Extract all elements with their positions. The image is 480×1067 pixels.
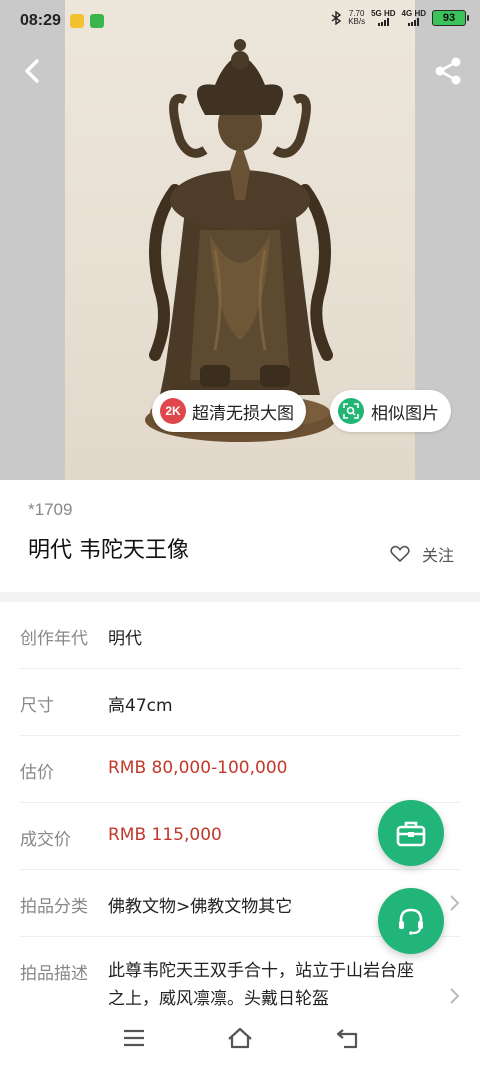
share-icon [435, 57, 461, 85]
heart-outline-icon [390, 545, 410, 563]
sold-price: RMB 115,000 [108, 825, 222, 845]
sim1-signal: 5G HD [371, 9, 396, 26]
hd-badge: 2K [160, 398, 186, 424]
status-time: 08:29 [20, 12, 61, 29]
home-icon[interactable] [226, 1026, 254, 1050]
detail-label: 尺寸 [20, 696, 54, 716]
detail-label: 创作年代 [20, 629, 88, 649]
back-arrow-icon [25, 59, 39, 83]
detail-row-size: 尺寸 高47cm [20, 669, 460, 736]
status-indicators: 7.70 KB/s 5G HD 4G HD 93 [330, 9, 469, 26]
bluetooth-icon [331, 11, 342, 25]
hero-image-area[interactable]: 08:29 7.70 KB/s 5G HD 4G HD 93 2K 超清无损大图… [0, 0, 480, 480]
detail-label: 拍品分类 [20, 897, 88, 917]
detail-value: 明代 [108, 629, 142, 649]
headset-icon [399, 908, 423, 935]
battery-level: 93 [442, 12, 456, 24]
category-value: 佛教文物>佛教文物其它 [108, 897, 293, 917]
description-value: 此尊韦陀天王双手合十，站立于山岩台座之上，威风凛凛。头戴日轮盔 [108, 961, 414, 1009]
follow-label: 关注 [421, 546, 454, 565]
signal-bars-icon [377, 18, 389, 26]
signal-bars-icon [408, 18, 420, 26]
battery-icon: 93 [432, 10, 469, 26]
sim2-signal: 4G HD [402, 10, 426, 26]
detail-value: 高47cm [108, 696, 173, 716]
detail-label: 估价 [20, 763, 54, 783]
detail-label: 拍品描述 [20, 964, 88, 984]
briefcase-icon [396, 821, 426, 847]
system-nav-bar [0, 1010, 480, 1067]
share-button[interactable] [432, 55, 464, 87]
hd-image-label: 超清无损大图 [192, 403, 294, 424]
customer-service-fab-button[interactable] [378, 888, 444, 954]
network-speed: 7.70 KB/s [348, 10, 365, 26]
similar-images-button[interactable]: 相似图片 [330, 390, 451, 432]
image-search-icon [338, 398, 364, 424]
sim1-label: 5G HD [371, 9, 396, 18]
estimate-price: RMB 80,000-100,000 [108, 758, 288, 778]
detail-row-estimate: 估价 RMB 80,000-100,000 [20, 736, 460, 803]
hd-image-button[interactable]: 2K 超清无损大图 [152, 390, 306, 432]
status-bar: 08:29 7.70 KB/s 5G HD 4G HD 93 [0, 0, 480, 44]
section-divider [0, 592, 480, 602]
briefcase-fab-button[interactable] [378, 800, 444, 866]
follow-button[interactable]: 关注 [390, 542, 454, 566]
similar-images-label: 相似图片 [371, 403, 439, 424]
sim2-label: 4G HD [401, 9, 426, 18]
wechat-icon [90, 14, 104, 28]
menu-icon[interactable] [120, 1026, 148, 1050]
lot-number: *1709 [28, 500, 73, 519]
lot-title: 明代 韦陀天王像 [28, 538, 189, 563]
detail-row-era: 创作年代 明代 [20, 602, 460, 669]
chevron-right-icon [450, 988, 460, 1004]
weather-icon [70, 14, 84, 28]
notification-icons [70, 14, 104, 28]
speed-unit: KB/s [348, 17, 366, 26]
chevron-right-icon [450, 895, 460, 911]
back-button[interactable] [18, 56, 48, 86]
return-icon[interactable] [334, 1026, 362, 1050]
detail-label: 成交价 [20, 830, 71, 850]
